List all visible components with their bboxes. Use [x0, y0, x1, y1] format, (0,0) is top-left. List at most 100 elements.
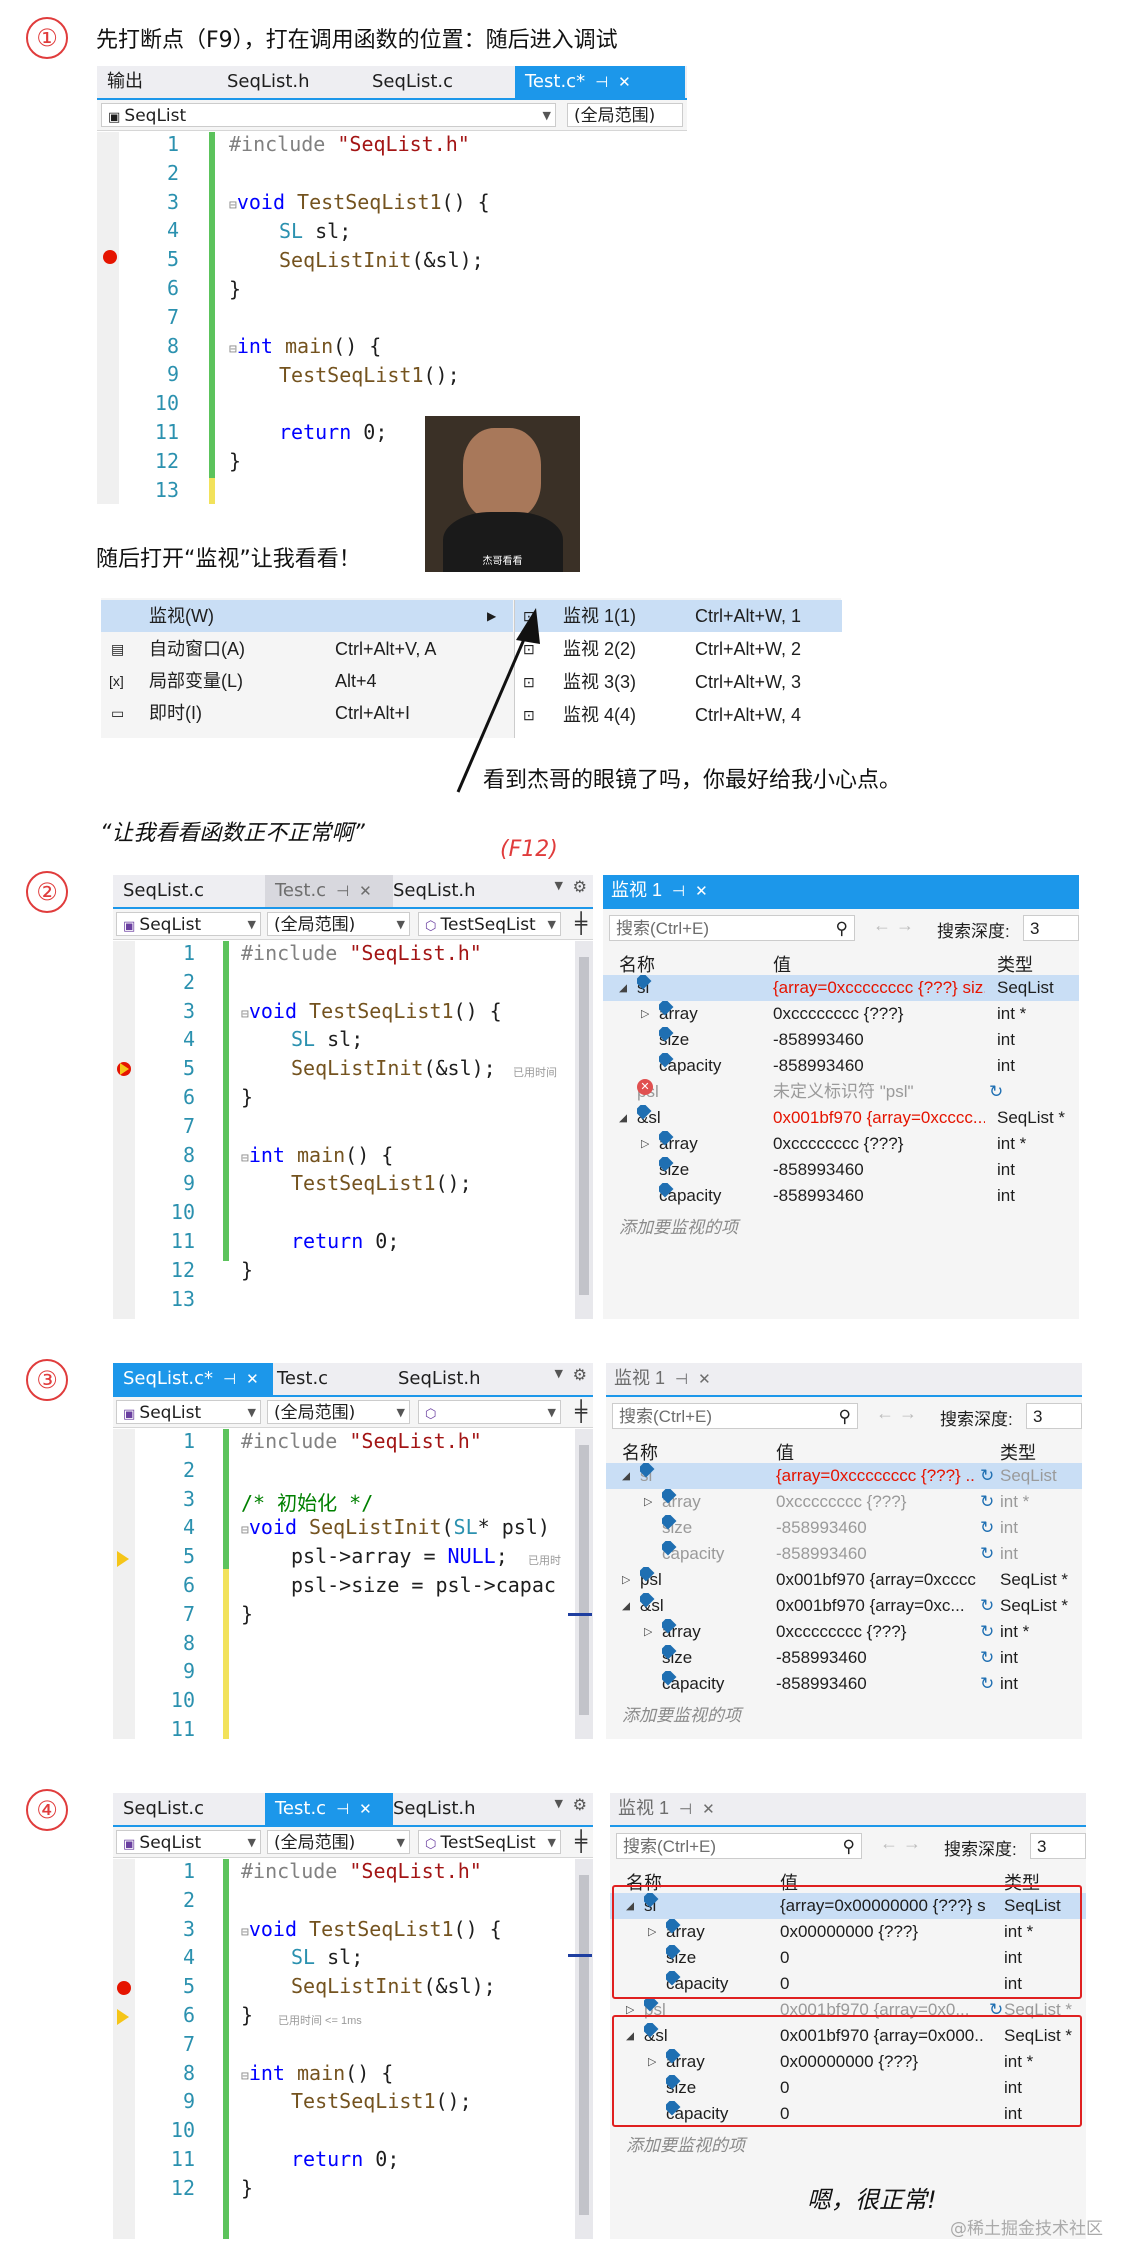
watch-row[interactable]: size -858993460 int — [603, 1157, 1079, 1183]
pin-icon[interactable]: ⊣ — [223, 1370, 236, 1388]
tab-overflow-icon[interactable]: ▼ — [555, 1367, 563, 1380]
collapse-icon[interactable]: ⊟ — [241, 1007, 249, 1022]
refresh-icon[interactable]: ↻ — [980, 1489, 994, 1515]
close-icon[interactable]: ✕ — [359, 1800, 372, 1818]
close-icon[interactable]: ✕ — [359, 882, 372, 900]
watch-row[interactable]: ✕psl 未定义标识符 "psl" ↻ — [603, 1079, 1079, 1105]
search-icon[interactable]: ⚲ — [836, 916, 848, 942]
collapse-icon[interactable]: ⊟ — [241, 2069, 249, 2084]
scrollbar-thumb[interactable] — [579, 1445, 589, 1715]
depth-dropdown[interactable]: 3 — [1023, 915, 1079, 941]
panel4-search-input[interactable]: 搜索(Ctrl+E) ⚲ — [616, 1833, 862, 1859]
watch-row[interactable]: capacity -858993460 int — [603, 1053, 1079, 1079]
panel4-nav-dropdown-1[interactable]: ▣ SeqList ▼ — [116, 1830, 261, 1854]
panel2-nav-dropdown-1[interactable]: ▣ SeqList ▼ — [116, 912, 261, 936]
pin-icon[interactable]: ⊣ — [336, 1800, 349, 1818]
panel3-search-input[interactable]: 搜索(Ctrl+E) ⚲ — [612, 1403, 858, 1429]
search-icon[interactable]: ⚲ — [843, 1834, 855, 1860]
pin-icon[interactable]: ⊣ — [675, 1371, 688, 1388]
tab-overflow-icon[interactable]: ▼ — [555, 1797, 563, 1810]
expander-icon[interactable]: ◢ — [619, 975, 627, 1001]
breakpoint-gutter[interactable] — [113, 1859, 135, 2239]
expander-icon[interactable]: ◢ — [622, 1463, 630, 1489]
settings-gear-icon[interactable]: ⚙ — [573, 1795, 587, 1814]
panel2-watch-tab[interactable]: 监视 1 ⊣ ✕ — [603, 875, 708, 905]
submenu-watch-3[interactable]: ⊡ 监视 3(3) Ctrl+Alt+W, 3 — [515, 666, 842, 698]
tab-seqlist-c[interactable]: SeqList.c — [362, 66, 492, 98]
split-editor-icon[interactable]: ╪ — [575, 911, 587, 935]
watch-row[interactable]: ◢ sl {array=0xcccccccc {???} ...↻ SeqList — [606, 1463, 1082, 1489]
scrollbar-thumb[interactable] — [579, 1875, 589, 2215]
panel3-watch-tab[interactable]: 监视 1 ⊣ ✕ — [606, 1363, 711, 1393]
panel2-search-input[interactable]: 搜索(Ctrl+E) ⚲ — [609, 915, 855, 941]
settings-gear-icon[interactable]: ⚙ — [573, 1365, 587, 1384]
class-dropdown[interactable]: ▣ SeqList ▼ — [101, 103, 556, 127]
panel1-code-editor[interactable]: 1 2 3 4 5 6 7 8 9 10 11 12 13 #include "SeqList.h" ⊟… — [97, 132, 687, 504]
expander-icon[interactable]: ▷ — [641, 1001, 649, 1027]
breakpoint-gutter[interactable] — [97, 132, 119, 504]
refresh-icon[interactable]: ↻ — [989, 1079, 1003, 1105]
tab-seqlist-h[interactable]: SeqList.h — [217, 66, 347, 98]
back-forward-icon[interactable]: ← → — [873, 915, 914, 936]
watch-row[interactable]: ▷ array 0xcccccccc {???} ↻ int * — [606, 1619, 1082, 1645]
panel4-scrollbar[interactable] — [575, 1859, 593, 2239]
close-icon[interactable]: ✕ — [702, 1801, 715, 1818]
watch-row[interactable]: size -858993460 ↻ int — [606, 1645, 1082, 1671]
search-icon[interactable]: ⚲ — [839, 1404, 851, 1430]
pin-icon[interactable]: ⊣ — [595, 73, 608, 91]
breakpoint-gutter[interactable] — [113, 1429, 135, 1739]
watch-row[interactable]: ▷ array 0xcccccccc {???} int * — [603, 1001, 1079, 1027]
settings-gear-icon[interactable]: ⚙ — [573, 877, 587, 896]
panel4-nav-dropdown-2[interactable]: (全局范围) ▼ — [267, 1830, 410, 1854]
collapse-icon[interactable]: ⊟ — [241, 1925, 249, 1940]
watch-row[interactable]: ◢ sl {array=0xcccccccc {???} siz... SeqList — [603, 975, 1079, 1001]
collapse-icon[interactable]: ⊟ — [241, 1151, 249, 1166]
tab-seqlistc[interactable]: SeqList.c — [113, 875, 268, 907]
panel3-scrollbar[interactable] — [575, 1429, 593, 1739]
panel3-nav-dropdown-1[interactable]: ▣ SeqList ▼ — [116, 1400, 261, 1424]
panel4-code-editor[interactable]: 1 2 3 4 5 6 7 8 9 10 11 12 #include "SeqList.h" ⊟void… — [113, 1859, 593, 2239]
close-icon[interactable]: ✕ — [698, 1371, 711, 1388]
breakpoint-gutter[interactable] — [113, 941, 135, 1319]
pin-icon[interactable]: ⊣ — [672, 883, 685, 900]
pin-icon[interactable]: ⊣ — [679, 1801, 692, 1818]
refresh-icon[interactable]: ↻ — [980, 1645, 994, 1671]
watch-row[interactable]: ▷ array 0xcccccccc {???} int * — [603, 1131, 1079, 1157]
scrollbar-thumb[interactable] — [579, 957, 589, 1295]
watch-row[interactable]: capacity -858993460 ↻ int — [606, 1671, 1082, 1697]
refresh-icon[interactable]: ↻ — [980, 1619, 994, 1645]
tab-seqlisth[interactable]: SeqList.h — [388, 1363, 543, 1395]
refresh-icon[interactable]: ↻ — [980, 1463, 994, 1489]
close-icon[interactable]: ✕ — [695, 883, 708, 900]
submenu-watch-2[interactable]: ⊡ 监视 2(2) Ctrl+Alt+W, 2 — [515, 633, 842, 665]
expander-icon[interactable]: ▷ — [641, 1131, 649, 1157]
tab-output[interactable]: 输出 — [97, 66, 197, 98]
split-editor-icon[interactable]: ╪ — [575, 1399, 587, 1423]
tab-overflow-icon[interactable]: ▼ — [555, 879, 563, 892]
watch-row[interactable]: capacity -858993460 int — [603, 1183, 1079, 1209]
pin-icon[interactable]: ⊣ — [336, 882, 349, 900]
add-watch-item[interactable]: 添加要监视的项 — [622, 1701, 741, 1726]
tab-seqlisth[interactable]: SeqList.h — [383, 875, 533, 907]
tab-testc[interactable]: Test.c ⊣ ✕ — [265, 875, 393, 907]
panel4-watch-tab[interactable]: 监视 1 ⊣ ✕ — [610, 1793, 715, 1823]
scope-dropdown[interactable]: (全局范围) — [567, 103, 683, 127]
breakpoint-icon[interactable] — [103, 250, 117, 264]
watch-row[interactable]: size -858993460 int — [603, 1027, 1079, 1053]
refresh-icon[interactable]: ↻ — [980, 1671, 994, 1697]
tab-test-c[interactable]: Test.c* ⊣ ✕ — [515, 66, 685, 98]
panel2-code-editor[interactable]: 1 2 3 4 5 6 7 8 9 10 11 12 13 #include "SeqList.h" ⊟vo… — [113, 941, 593, 1319]
watch-row[interactable]: capacity -858993460 ↻ int — [606, 1541, 1082, 1567]
expander-icon[interactable]: ▷ — [644, 1619, 652, 1645]
submenu-watch-4[interactable]: ⊡ 监视 4(4) Ctrl+Alt+W, 4 — [515, 699, 842, 731]
panel2-nav-dropdown-2[interactable]: (全局范围) ▼ — [267, 912, 410, 936]
expander-icon[interactable]: ▷ — [644, 1489, 652, 1515]
expander-icon[interactable]: ▷ — [622, 1567, 630, 1593]
tab-testc[interactable]: Test.c — [267, 1363, 395, 1395]
tab-seqlistc[interactable]: SeqList.c — [113, 1793, 268, 1825]
close-icon[interactable]: ✕ — [618, 73, 631, 91]
tab-testc[interactable]: Test.c ⊣ ✕ — [265, 1793, 393, 1825]
expander-icon[interactable]: ◢ — [622, 1593, 630, 1619]
watch-row[interactable]: ◢ &sl 0x001bf970 {array=0xc... ↻ SeqList * — [606, 1593, 1082, 1619]
panel3-nav-dropdown-2[interactable]: (全局范围) ▼ — [267, 1400, 410, 1424]
